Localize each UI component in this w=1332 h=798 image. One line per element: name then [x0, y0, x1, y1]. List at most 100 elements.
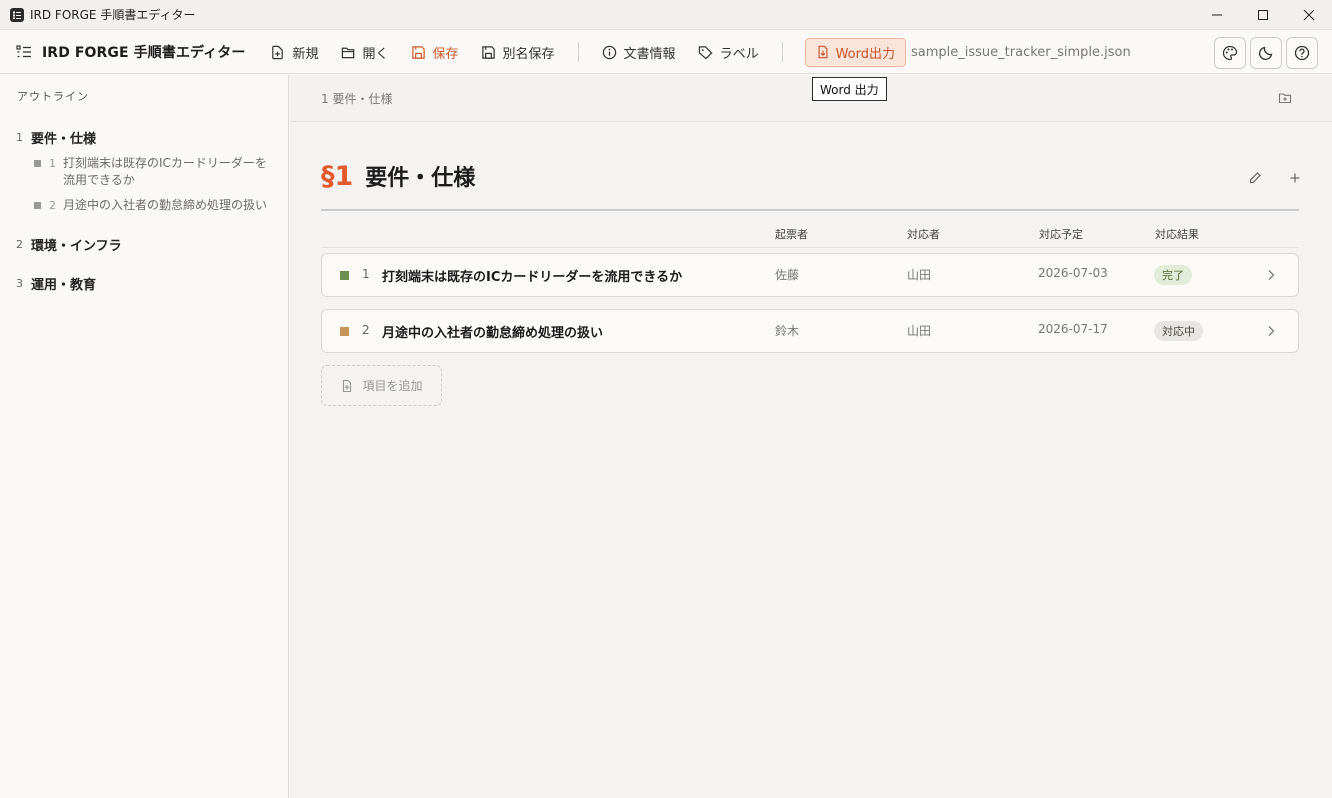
toolbar-divider — [781, 42, 783, 62]
row-title: 打刻端末は既存のICカードリーダーを流用できるか — [382, 270, 683, 285]
table-header: 起票者 対応者 対応予定 対応結果 — [321, 226, 1299, 248]
chevron-right-icon[interactable] — [1264, 268, 1278, 282]
edit-section-button[interactable] — [1248, 171, 1262, 185]
minimize-icon — [1212, 14, 1222, 16]
list-icon — [16, 45, 31, 58]
toolbar: IRD FORGE 手順書エディター 新規 開く 保存 別名保存 文書情報 ラベ… — [0, 31, 1332, 74]
outline-item-label: 打刻端末は既存のICカードリーダーを流用できるか — [63, 156, 267, 187]
section-title: 要件・仕様 — [365, 166, 476, 191]
save-as-label: 別名保存 — [502, 46, 555, 62]
status-color-square — [340, 327, 349, 336]
save-as-button[interactable]: 別名保存 — [470, 37, 566, 67]
section-heading: §1 要件・仕様 — [321, 160, 475, 192]
column-result: 対応結果 — [1155, 228, 1199, 241]
tag-icon — [698, 45, 713, 59]
chevron-right-icon[interactable] — [1264, 324, 1278, 338]
row-assignee: 山田 — [907, 324, 932, 338]
info-icon — [602, 45, 616, 59]
section-actions — [1222, 171, 1302, 185]
window-title: IRD FORGE 手順書エディター — [30, 8, 196, 22]
outline-sidebar: アウトライン 1 要件・仕様 1 打刻端末は既存のICカードリーダーを流用できる… — [0, 75, 289, 798]
doc-info-label: 文書情報 — [623, 46, 676, 62]
open-button[interactable]: 開く — [330, 37, 400, 67]
close-button[interactable] — [1286, 0, 1332, 30]
issue-row[interactable]: 1 打刻端末は既存のICカードリーダーを流用できるか 佐藤 山田 2026-07… — [321, 253, 1299, 297]
theme-toggle-button[interactable] — [1250, 37, 1282, 69]
toolbar-divider — [795, 42, 796, 62]
add-item-button[interactable]: 項目を追加 — [321, 365, 442, 406]
add-item-label: 項目を追加 — [362, 379, 423, 393]
outline-heading: アウトライン — [17, 90, 89, 103]
column-assignee: 対応者 — [907, 228, 940, 241]
outline-item-1-2[interactable]: 2 月途中の入社者の勤怠締め処理の扱い — [34, 197, 284, 214]
file-download-icon — [818, 45, 828, 59]
row-number: 2 — [362, 323, 370, 337]
outline-bullet — [34, 202, 41, 209]
maximize-icon — [1258, 10, 1268, 20]
row-title: 月途中の入社者の勤怠締め処理の扱い — [382, 326, 604, 341]
label-label: ラベル — [719, 46, 759, 62]
maximize-button[interactable] — [1240, 0, 1286, 30]
pencil-icon — [1249, 172, 1261, 184]
save-button[interactable]: 保存 — [400, 37, 470, 67]
outline-section-3[interactable]: 3 運用・教育 — [16, 274, 96, 293]
word-export-button[interactable]: Word出力 — [804, 37, 906, 67]
doc-info-button[interactable]: 文書情報 — [591, 37, 687, 67]
status-badge: 対応中 — [1154, 321, 1203, 341]
current-filename: sample_issue_tracker_simple.json — [911, 44, 1131, 60]
close-icon — [1303, 9, 1315, 21]
outline-section-label: 要件・仕様 — [31, 132, 97, 147]
outline-item-num: 2 — [49, 199, 56, 212]
outline-section-num: 1 — [16, 131, 23, 144]
row-assignee: 山田 — [907, 268, 932, 282]
row-creator: 佐藤 — [775, 268, 800, 282]
new-file-icon — [272, 45, 284, 59]
open-label: 開く — [362, 46, 389, 62]
outline-item-1-1[interactable]: 1 打刻端末は既存のICカードリーダーを流用できるか — [34, 155, 274, 189]
label-button[interactable]: ラベル — [687, 37, 770, 67]
save-label: 保存 — [432, 46, 459, 62]
toolbar-divider — [577, 42, 579, 62]
word-export-tooltip: Word 出力 — [812, 77, 887, 101]
row-due-date: 2026-07-17 — [1038, 322, 1108, 336]
help-icon — [1294, 45, 1310, 61]
brand: IRD FORGE 手順書エディター — [16, 42, 245, 62]
minimize-button[interactable] — [1194, 0, 1240, 30]
save-as-icon — [481, 45, 495, 59]
word-export-label: Word出力 — [835, 46, 895, 62]
new-button[interactable]: 新規 — [259, 37, 329, 67]
breadcrumb-bar: 1 要件・仕様 — [290, 75, 1332, 122]
app-name: IRD FORGE 手順書エディター — [42, 45, 246, 61]
help-button[interactable] — [1286, 37, 1318, 69]
plus-icon — [1290, 173, 1300, 183]
main-panel: 1 要件・仕様 §1 要件・仕様 起票者 対応者 対応予定 対応結果 1 打刻端… — [290, 75, 1332, 798]
row-creator: 鈴木 — [775, 324, 800, 338]
add-section-button[interactable] — [1288, 171, 1302, 185]
outline-section-2[interactable]: 2 環境・インフラ — [16, 235, 122, 254]
section-divider — [321, 209, 1299, 211]
row-due-date: 2026-07-03 — [1038, 266, 1108, 280]
outline-item-label: 月途中の入社者の勤怠締め処理の扱い — [63, 198, 268, 212]
window-titlebar: IRD FORGE 手順書エディター — [0, 0, 1332, 30]
status-badge: 完了 — [1154, 265, 1192, 285]
outline-item-num: 1 — [49, 157, 56, 170]
outline-section-1[interactable]: 1 要件・仕様 — [16, 128, 96, 147]
section-number: §1 — [321, 160, 354, 192]
folder-icon[interactable] — [1278, 91, 1292, 105]
toolbar-right-group — [1210, 37, 1318, 69]
column-due: 対応予定 — [1039, 228, 1083, 241]
outline-section-label: 運用・教育 — [31, 278, 97, 293]
row-number: 1 — [362, 267, 370, 281]
moon-icon — [1258, 46, 1273, 61]
outline-section-num: 2 — [16, 238, 23, 251]
status-color-square — [340, 271, 349, 280]
app-icon — [10, 7, 24, 22]
save-icon — [411, 45, 425, 59]
issue-row[interactable]: 2 月途中の入社者の勤怠締め処理の扱い 鈴木 山田 2026-07-17 対応中 — [321, 309, 1299, 353]
add-file-icon — [343, 379, 352, 392]
palette-icon — [1222, 45, 1238, 61]
palette-button[interactable] — [1214, 37, 1246, 69]
window-controls — [1194, 0, 1332, 30]
outline-bullet — [34, 160, 41, 167]
breadcrumb: 1 要件・仕様 — [321, 92, 393, 106]
